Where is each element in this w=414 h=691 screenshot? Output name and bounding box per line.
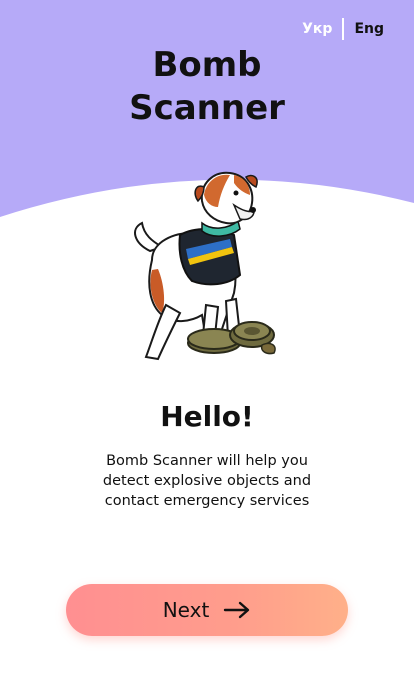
app-title-line2: Scanner xyxy=(129,88,285,128)
description-line3: contact emergency services xyxy=(104,493,310,509)
greeting-heading: Hello! xyxy=(160,400,254,433)
lang-eng-button[interactable]: Eng xyxy=(344,21,394,37)
dog-with-vest-icon xyxy=(134,171,276,361)
description-text: Bomb Scanner will help you detect explos… xyxy=(60,451,354,511)
language-switch: Укр Eng xyxy=(292,18,394,40)
description-line2: detect explosive objects and xyxy=(102,473,312,489)
lang-ukr-button[interactable]: Укр xyxy=(292,21,342,37)
onboarding-screen: Укр Eng Bomb Scanner Hello! Bomb Scanner… xyxy=(0,0,414,691)
app-title: Bomb Scanner xyxy=(0,44,414,130)
app-title-line1: Bomb xyxy=(152,45,262,85)
next-button[interactable]: Next xyxy=(66,584,348,636)
description-line1: Bomb Scanner will help you xyxy=(106,453,308,469)
next-button-label: Next xyxy=(162,598,210,622)
arrow-right-icon xyxy=(224,601,250,619)
